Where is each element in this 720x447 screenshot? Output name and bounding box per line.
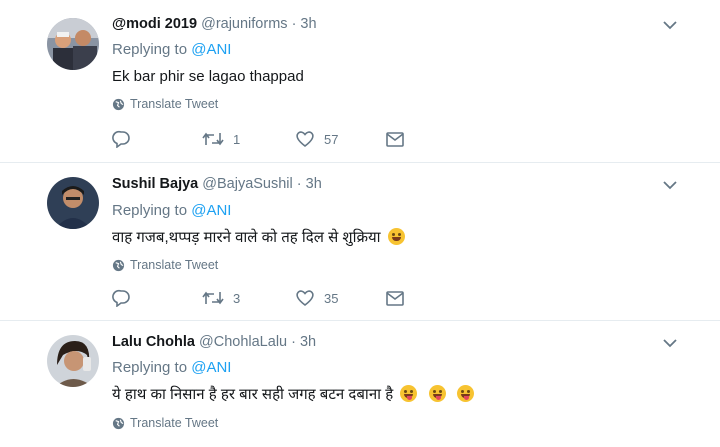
tweet[interactable]: Sushil Bajya @BajyaSushil · 3h Replying … [0, 163, 720, 319]
globe-icon [112, 259, 125, 271]
user-handle[interactable]: @rajuniforms [201, 16, 287, 32]
replying-to-link[interactable]: @ANI [191, 202, 231, 219]
heart-icon [296, 131, 314, 148]
retweet-icon [202, 132, 224, 146]
user-handle[interactable]: @ChohlaLalu [199, 334, 287, 350]
like-button[interactable]: 35 [295, 289, 338, 307]
heart-icon [296, 290, 314, 307]
retweet-icon [202, 291, 224, 305]
tweet-time[interactable]: · 3h [292, 16, 317, 32]
chevron-down-icon[interactable] [662, 337, 678, 349]
display-name[interactable]: @modi 2019 [112, 16, 197, 32]
winking-face-with-tongue-emoji [456, 385, 474, 402]
replying-label: Replying to [112, 202, 188, 219]
tweet[interactable]: Lalu Chohla @ChohlaLalu · 3h Replying to… [0, 321, 720, 447]
translate-label: Translate Tweet [130, 416, 219, 430]
avatar[interactable] [47, 18, 99, 70]
tweet-text: ये हाथ का निसान है हर बार सही जगह बटन दब… [112, 386, 394, 403]
direct-message-button[interactable] [385, 130, 405, 148]
chevron-down-icon[interactable] [662, 19, 678, 31]
tweet-time[interactable]: · 3h [297, 176, 322, 192]
translate-label: Translate Tweet [130, 97, 219, 111]
winking-face-with-tongue-emoji [400, 385, 418, 402]
tweet-text: वाह गजब,थप्पड़ मारने वाले को तह दिल से श… [112, 229, 381, 246]
translate-tweet-link[interactable]: Translate Tweet [112, 258, 218, 272]
envelope-icon [386, 132, 404, 147]
tweet[interactable]: @modi 2019 @rajuniforms · 3h Replying to… [0, 0, 720, 160]
envelope-icon [386, 291, 404, 306]
grinning-face-emoji [387, 228, 405, 245]
reply-icon [112, 130, 130, 148]
avatar[interactable] [47, 177, 99, 229]
translate-label: Translate Tweet [130, 258, 219, 272]
tweet-text: Ek bar phir se lagao thappad [112, 68, 304, 85]
translate-tweet-link[interactable]: Translate Tweet [112, 97, 218, 111]
retweet-count: 3 [233, 290, 241, 306]
display-name[interactable]: Lalu Chohla [112, 334, 195, 350]
chevron-down-icon[interactable] [662, 179, 678, 191]
like-count: 35 [324, 290, 339, 306]
retweet-button[interactable]: 1 [202, 130, 240, 148]
reply-button[interactable] [112, 289, 132, 307]
replying-label: Replying to [112, 359, 188, 376]
user-handle[interactable]: @BajyaSushil [202, 176, 292, 192]
like-button[interactable]: 57 [295, 130, 338, 148]
replying-to-link[interactable]: @ANI [191, 41, 231, 58]
avatar[interactable] [47, 335, 99, 387]
like-count: 57 [324, 131, 339, 147]
winking-face-with-tongue-emoji [428, 385, 446, 402]
translate-tweet-link[interactable]: Translate Tweet [112, 416, 218, 430]
reply-icon [112, 289, 130, 307]
reply-button[interactable] [112, 130, 132, 148]
retweet-count: 1 [233, 131, 241, 147]
tweet-time[interactable]: · 3h [291, 334, 316, 350]
direct-message-button[interactable] [385, 289, 405, 307]
globe-icon [112, 417, 125, 429]
globe-icon [112, 98, 125, 110]
replying-label: Replying to [112, 41, 188, 58]
display-name[interactable]: Sushil Bajya [112, 176, 198, 192]
retweet-button[interactable]: 3 [202, 289, 240, 307]
replying-to-link[interactable]: @ANI [191, 359, 231, 376]
